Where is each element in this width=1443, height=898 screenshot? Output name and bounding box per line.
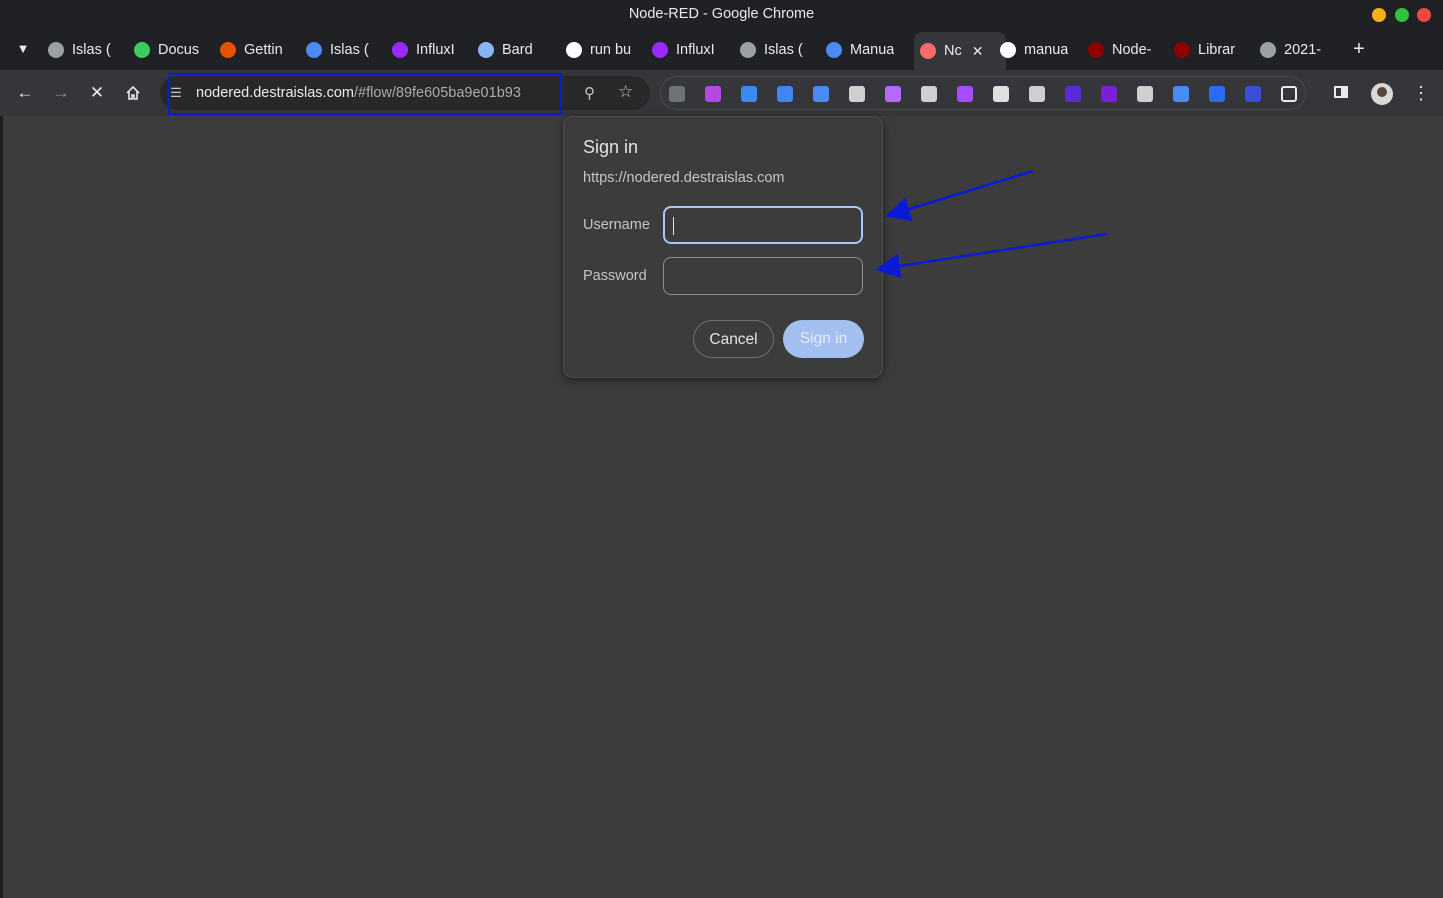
arrow-to-username [885, 169, 1034, 222]
annotation-arrows [875, 169, 1108, 279]
arrow-to-password [875, 232, 1108, 279]
